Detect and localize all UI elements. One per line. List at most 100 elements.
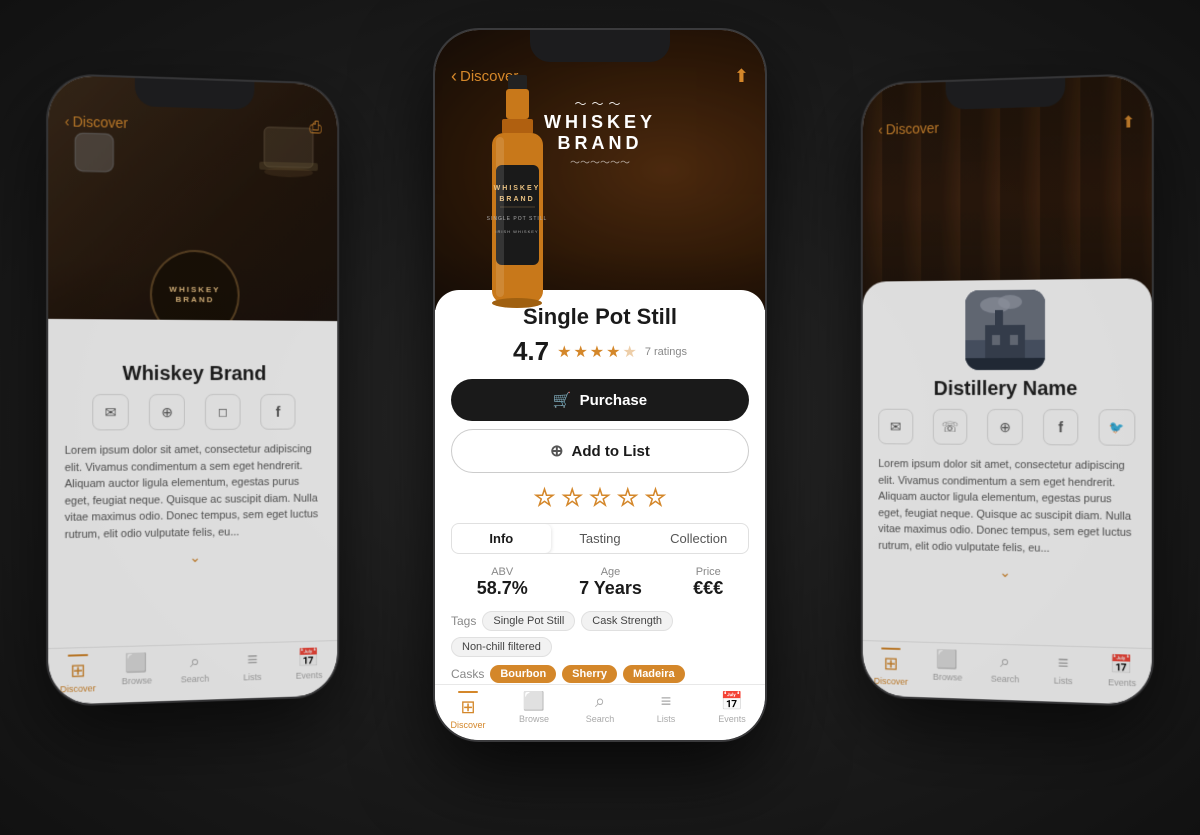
center-tab-browse[interactable]: ⬜ Browse: [501, 691, 567, 730]
user-star-2[interactable]: ★: [562, 485, 582, 511]
center-tab-search[interactable]: ⌕ Search: [567, 691, 633, 730]
right-search-label: Search: [991, 674, 1019, 685]
center-rating-count: 7 ratings: [645, 346, 687, 358]
left-email-icon[interactable]: ✉: [92, 394, 129, 430]
right-body-text: Lorem ipsum dolor sit amet, consectetur …: [878, 456, 1135, 558]
tag-cask-strength: Cask Strength: [581, 611, 673, 631]
center-browse-label: Browse: [519, 714, 549, 724]
center-stars: ★ ★ ★ ★ ★: [557, 342, 637, 362]
right-tab-browse[interactable]: ⬜ Browse: [919, 649, 976, 690]
right-back-chevron: ‹: [878, 122, 883, 138]
right-notch: [946, 78, 1066, 110]
left-search-label: Search: [181, 674, 209, 685]
left-phone: ‹ Discover ⎙ WHISKEYBRAND Whiskey Brand …: [48, 75, 337, 705]
center-age-stat: Age 7 Years: [579, 566, 642, 599]
center-content-card: Single Pot Still 4.7 ★ ★ ★ ★ ★ 7 ratings…: [435, 290, 765, 684]
right-web-icon[interactable]: ⊕: [987, 409, 1022, 445]
left-web-icon[interactable]: ⊕: [149, 394, 185, 430]
left-browse-icon: ⬜: [126, 652, 149, 674]
center-hero: ‹ Discover ⬆ 〜〜〜 WHISKEY BRAND 〜〜〜〜〜〜: [435, 30, 765, 310]
add-to-list-button[interactable]: ⊕ Add to List: [451, 429, 749, 473]
plus-icon: ⊕: [550, 441, 563, 461]
right-facebook-icon[interactable]: f: [1043, 409, 1079, 445]
center-tags-label: Tags: [451, 614, 476, 628]
left-tab-search[interactable]: ⌕ Search: [166, 650, 224, 691]
left-tab-events[interactable]: 📅 Events: [281, 647, 337, 687]
user-star-5[interactable]: ★: [646, 485, 666, 511]
right-discover-icon: ⊞: [884, 653, 899, 674]
left-discover-indicator: [68, 654, 88, 657]
right-share-button[interactable]: ⬆: [1122, 112, 1136, 133]
right-distillery-name: Distillery Name: [878, 378, 1135, 401]
left-facebook-icon[interactable]: f: [260, 394, 295, 430]
left-tab-discover[interactable]: ⊞ Discover: [48, 653, 107, 694]
right-phone: ‹ Discover ⬆: [863, 75, 1152, 705]
center-tab-events[interactable]: 📅 Events: [699, 691, 765, 730]
left-discover-icon: ⊞: [70, 660, 85, 682]
center-tab-discover[interactable]: ⊞ Discover: [435, 691, 501, 730]
center-back-chevron: ‹: [451, 66, 457, 87]
right-tab-search[interactable]: ⌕ Search: [976, 650, 1034, 691]
center-casks-row: Casks Bourbon Sherry Madeira: [451, 665, 749, 683]
tab-collection[interactable]: Collection: [649, 524, 748, 553]
left-back-label: Discover: [73, 113, 128, 131]
center-tags-row: Tags Single Pot Still Cask Strength Non-…: [451, 611, 749, 657]
right-tab-lists[interactable]: ≡ Lists: [1034, 652, 1093, 693]
left-search-icon: ⌕: [190, 651, 200, 672]
right-phone-icon[interactable]: ☏: [932, 409, 967, 445]
right-lists-label: Lists: [1054, 676, 1073, 687]
center-share-button[interactable]: ⬆: [734, 66, 749, 87]
right-events-icon: 📅: [1111, 654, 1134, 676]
right-email-icon[interactable]: ✉: [878, 409, 913, 445]
left-body-text: Lorem ipsum dolor sit amet, consectetur …: [65, 441, 322, 543]
left-notch: [135, 78, 255, 110]
center-age-label: Age: [579, 566, 642, 578]
left-social-row: ✉ ⊕ ◻ f: [65, 394, 322, 431]
center-user-stars[interactable]: ★ ★ ★ ★ ★: [451, 485, 749, 511]
center-bottle: WHISKEY BRAND SINGLE POT STILL IRISH WHI…: [470, 75, 565, 320]
star-5: ★: [622, 342, 636, 362]
tab-info[interactable]: Info: [452, 524, 551, 553]
center-discover-label: Discover: [450, 720, 485, 730]
right-discover-label: Discover: [874, 676, 908, 687]
user-star-1[interactable]: ★: [535, 485, 555, 511]
right-expand-arrow[interactable]: ⌄: [878, 562, 1135, 584]
center-lists-icon: ≡: [661, 691, 672, 712]
purchase-label: Purchase: [580, 392, 648, 409]
center-stats-row: ABV 58.7% Age 7 Years Price €€€: [451, 566, 749, 599]
center-tab-lists[interactable]: ≡ Lists: [633, 691, 699, 730]
right-tab-bar: ⊞ Discover ⬜ Browse ⌕ Search ≡ Lists 📅 E…: [863, 640, 1152, 705]
left-tab-browse[interactable]: ⬜ Browse: [108, 652, 167, 693]
left-nav-back[interactable]: ‹ Discover: [65, 113, 128, 131]
center-abv-value: 58.7%: [477, 578, 528, 599]
right-tab-discover[interactable]: ⊞ Discover: [863, 647, 919, 687]
purchase-button[interactable]: 🛒 Purchase: [451, 379, 749, 421]
center-price-value: €€€: [693, 578, 723, 599]
left-expand-arrow[interactable]: ⌄: [65, 547, 322, 569]
tab-tasting[interactable]: Tasting: [551, 524, 650, 553]
cask-sherry: Sherry: [562, 665, 617, 683]
tag-non-chill: Non-chill filtered: [451, 637, 552, 657]
left-share-button[interactable]: ⎙: [309, 119, 321, 137]
right-nav-back[interactable]: ‹ Discover: [878, 120, 939, 138]
cask-bourbon: Bourbon: [490, 665, 556, 683]
right-twitter-icon[interactable]: 🐦: [1099, 409, 1135, 446]
center-screen: ‹ Discover ⬆ 〜〜〜 WHISKEY BRAND 〜〜〜〜〜〜: [435, 30, 765, 740]
add-to-list-label: Add to List: [572, 443, 650, 460]
right-tab-events[interactable]: 📅 Events: [1092, 653, 1151, 694]
star-1: ★: [557, 342, 571, 362]
center-events-icon: 📅: [721, 691, 743, 712]
star-2: ★: [573, 342, 587, 362]
user-star-4[interactable]: ★: [618, 485, 638, 511]
center-rating-number: 4.7: [513, 336, 549, 367]
center-price-stat: Price €€€: [693, 566, 723, 599]
user-star-3[interactable]: ★: [590, 485, 610, 511]
left-lists-label: Lists: [243, 672, 261, 683]
center-browse-icon: ⬜: [523, 691, 545, 712]
left-lists-icon: ≡: [247, 649, 257, 670]
left-tab-lists[interactable]: ≡ Lists: [224, 649, 281, 690]
right-browse-label: Browse: [933, 672, 963, 683]
distillery-image-svg: [965, 290, 1045, 371]
left-events-icon: 📅: [298, 647, 320, 668]
left-instagram-icon[interactable]: ◻: [205, 394, 241, 430]
